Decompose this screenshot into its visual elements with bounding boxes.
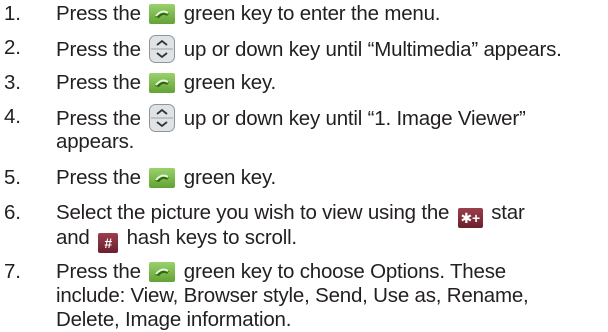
step-number: 2.: [4, 36, 21, 59]
step-text-continued: include: View, Browser style, Send, Use …: [56, 284, 529, 307]
up-down-navigation-key-icon: [149, 104, 176, 132]
step-text: up or down key until “1. Image Viewer”: [183, 107, 526, 130]
step-text: Press the: [56, 260, 141, 283]
instruction-list: 1. Press the green key to enter the menu…: [0, 0, 608, 332]
step-number: 1.: [4, 2, 21, 25]
green-call-key-icon: [149, 262, 176, 282]
step-text: green key.: [183, 71, 276, 94]
step-text: Press the: [56, 166, 141, 189]
step-text: Press the: [56, 107, 141, 130]
hash-key-icon: #: [98, 233, 119, 253]
green-call-key-icon: [149, 4, 176, 24]
step-number: 4.: [4, 105, 21, 128]
step-text-continued: Delete, Image information.: [56, 308, 292, 331]
step-text: Press the: [56, 2, 141, 25]
step-text: Select the picture you wish to view usin…: [56, 201, 450, 224]
step-text-continued: hash keys to scroll.: [126, 226, 298, 249]
step-text: Press the: [56, 38, 141, 61]
step-text: up or down key until “Multimedia” appear…: [183, 38, 562, 61]
up-down-navigation-key-icon: [149, 35, 176, 63]
green-call-key-icon: [149, 73, 176, 93]
step-number: 7.: [4, 260, 21, 283]
step-number: 5.: [4, 166, 21, 189]
step-number: 3.: [4, 71, 21, 94]
step-text: star: [491, 201, 525, 224]
step-text-continued: appears.: [56, 130, 135, 153]
step-text-continued: and: [56, 226, 90, 249]
step-text: green key to choose Options. These: [183, 260, 506, 283]
step-text: Press the: [56, 71, 141, 94]
step-text: green key.: [183, 166, 276, 189]
step-text: green key to enter the menu.: [183, 2, 441, 25]
green-call-key-icon: [149, 168, 176, 188]
step-number: 6.: [4, 201, 21, 224]
